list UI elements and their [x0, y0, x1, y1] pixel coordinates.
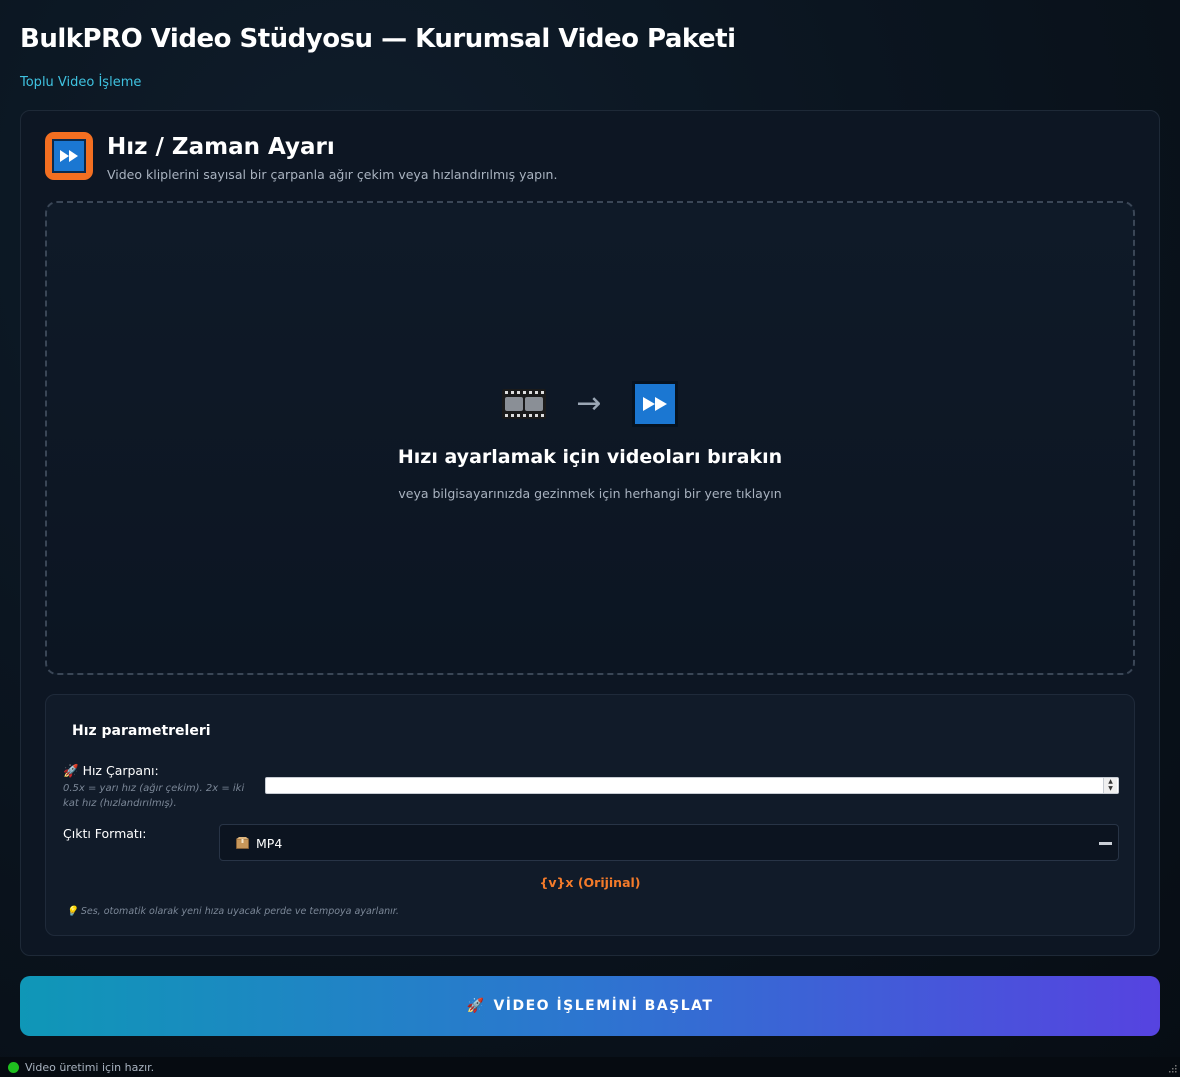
tool-card: Hız / Zaman Ayarı Video kliplerini sayıs…: [20, 110, 1160, 956]
output-format-select[interactable]: MP4: [219, 824, 1119, 861]
fast-forward-icon: [45, 132, 93, 180]
breadcrumb[interactable]: Toplu Video İşleme: [20, 75, 141, 90]
tool-description: Video kliplerini sayısal bir çarpanla ağ…: [107, 167, 558, 182]
fast-forward-icon: [631, 381, 678, 427]
speed-label-text: Hız Çarpanı:: [82, 763, 159, 778]
tool-title: Hız / Zaman Ayarı: [107, 134, 335, 160]
spin-up-icon[interactable]: ▲: [1108, 778, 1113, 785]
spin-down-icon[interactable]: ▼: [1108, 786, 1113, 792]
package-icon: [236, 837, 249, 849]
params-title: Hız parametreleri: [72, 723, 211, 739]
collapse-icon[interactable]: [1099, 842, 1112, 845]
start-button-label: VİDEO İŞLEMİNİ BAŞLAT: [493, 998, 714, 1014]
rocket-icon: 🚀: [63, 763, 79, 778]
speed-multiplier-label: 🚀 Hız Çarpanı:: [63, 763, 159, 779]
film-icon: [502, 389, 547, 419]
dropzone-subtitle: veya bilgisayarınızda gezinmek için herh…: [398, 486, 782, 501]
speed-parameters-panel: Hız parametreleri 🚀 Hız Çarpanı: 0.5x = …: [45, 694, 1135, 936]
resize-grip-icon[interactable]: [1167, 1063, 1177, 1073]
video-dropzone[interactable]: → Hızı ayarlamak için videoları bırakın …: [45, 201, 1135, 675]
status-indicator: [8, 1062, 19, 1073]
speed-hint: 0.5x = yarı hız (ağır çekim). 2x = iki k…: [63, 783, 245, 809]
rocket-icon: 🚀: [466, 998, 486, 1014]
status-bar: Video üretimi için hazır.: [0, 1057, 1180, 1077]
audio-note: 💡 Ses, otomatik olarak yeni hıza uyacak …: [66, 906, 399, 917]
speed-multiplier-input[interactable]: [265, 777, 1119, 794]
output-format-label: Çıktı Formatı:: [63, 826, 147, 841]
speed-spinner[interactable]: ▲ ▼: [1103, 778, 1117, 793]
format-selected-value: MP4: [256, 836, 283, 851]
app-title: BulkPRO Video Stüdyosu — Kurumsal Video …: [20, 24, 736, 54]
start-processing-button[interactable]: 🚀 VİDEO İŞLEMİNİ BAŞLAT: [20, 976, 1160, 1036]
status-text: Video üretimi için hazır.: [25, 1061, 155, 1074]
arrow-right-icon: →: [576, 386, 602, 421]
dropzone-title: Hızı ayarlamak için videoları bırakın: [397, 446, 783, 468]
speed-readout: {v}x (Orijinal): [539, 875, 641, 890]
